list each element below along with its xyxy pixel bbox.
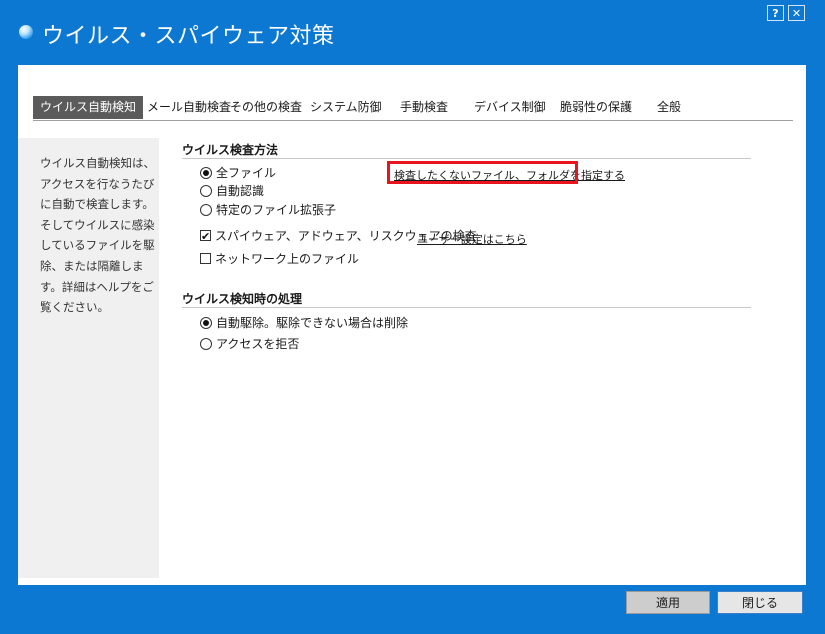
- tab-device-control[interactable]: デバイス制御: [474, 96, 546, 119]
- radio-label: アクセスを拒否: [216, 337, 300, 351]
- highlight-box: [387, 161, 578, 184]
- radio-all-files[interactable]: 全ファイル: [200, 164, 276, 182]
- radio-specific-extensions[interactable]: 特定のファイル拡張子: [200, 201, 336, 219]
- tab-other-scan[interactable]: その他の検査: [230, 96, 302, 119]
- radio-unselected-icon: [200, 337, 212, 350]
- radio-unselected-icon: [200, 203, 212, 216]
- scan-method-heading: ウイルス検査方法: [182, 143, 279, 157]
- user-settings-link[interactable]: ユーザー設定はこちら: [417, 231, 527, 247]
- checkbox-checked-icon: [200, 228, 211, 246]
- radio-label: 自動駆除。駆除できない場合は削除: [216, 316, 409, 330]
- checkbox-label: ネットワーク上のファイル: [215, 252, 360, 266]
- description-text: ウイルス自動検知は、アクセスを行なうたびに自動で検査します。そしてウイルスに感染…: [40, 156, 155, 315]
- tab-general[interactable]: 全般: [657, 96, 681, 119]
- close-button[interactable]: 閉じる: [717, 591, 803, 614]
- radio-label: 全ファイル: [216, 166, 277, 180]
- radio-auto-detect[interactable]: 自動認識: [200, 182, 264, 200]
- network-files-checkbox[interactable]: ネットワーク上のファイル: [200, 250, 359, 268]
- tab-system-defense[interactable]: システム防御: [310, 96, 382, 119]
- checkbox-unchecked-icon: [200, 253, 211, 264]
- app-logo-icon: [19, 25, 33, 39]
- radio-label: 特定のファイル拡張子: [216, 203, 337, 217]
- divider: [182, 158, 751, 159]
- description-panel: ウイルス自動検知は、アクセスを行なうたびに自動で検査します。そしてウイルスに感染…: [18, 138, 159, 578]
- tab-manual-scan[interactable]: 手動検査: [400, 96, 448, 119]
- radio-deny-access[interactable]: アクセスを拒否: [200, 335, 299, 353]
- settings-panel: ウイルス自動検知 メール自動検査 その他の検査 システム防御 手動検査 デバイス…: [18, 65, 806, 585]
- apply-button[interactable]: 適用: [626, 591, 710, 614]
- app-window: ウイルス・スパイウェア対策 ? ✕ ウイルス自動検知 メール自動検査 その他の検…: [0, 0, 825, 634]
- help-button[interactable]: ?: [767, 5, 784, 21]
- radio-selected-icon: [200, 166, 212, 179]
- tab-realtime-scan[interactable]: ウイルス自動検知: [33, 96, 144, 119]
- tab-mail-scan[interactable]: メール自動検査: [147, 96, 231, 119]
- close-window-button[interactable]: ✕: [788, 5, 805, 21]
- window-title: ウイルス・スパイウェア対策: [42, 24, 335, 49]
- radio-label: 自動認識: [216, 184, 265, 198]
- divider: [182, 307, 751, 308]
- tab-bar: ウイルス自動検知 メール自動検査 その他の検査 システム防御 手動検査 デバイス…: [33, 96, 793, 121]
- detect-action-heading: ウイルス検知時の処理: [182, 292, 303, 306]
- tab-vulnerability-protection[interactable]: 脆弱性の保護: [560, 96, 632, 119]
- radio-auto-remove[interactable]: 自動駆除。駆除できない場合は削除: [200, 314, 408, 332]
- radio-unselected-icon: [200, 184, 212, 197]
- radio-selected-icon: [200, 316, 212, 329]
